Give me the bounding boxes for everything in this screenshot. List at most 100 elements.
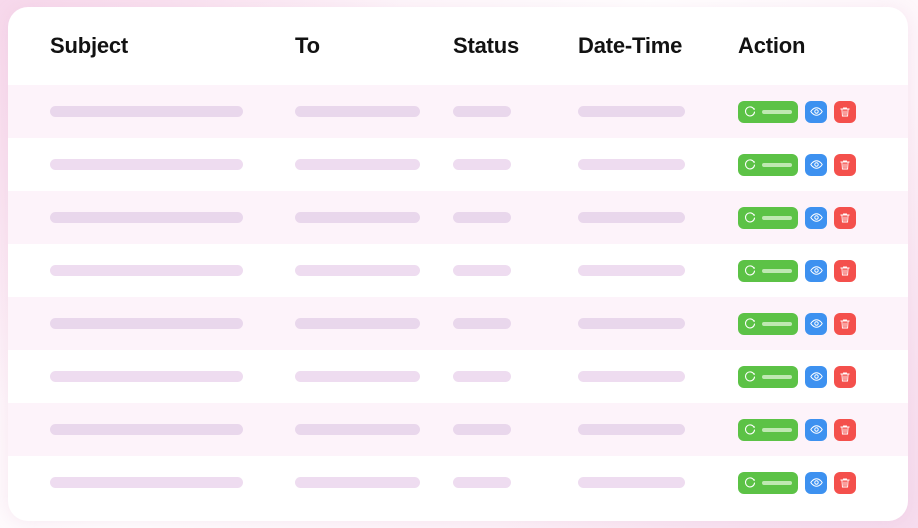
- resend-button[interactable]: [738, 100, 798, 123]
- delete-button[interactable]: [834, 153, 856, 176]
- resend-label-skeleton: [762, 162, 792, 167]
- column-header-subject: Subject: [50, 33, 129, 58]
- refresh-icon: [744, 211, 756, 224]
- cell-action: [738, 312, 866, 335]
- skeleton-bar-to: [295, 265, 420, 276]
- table-row[interactable]: [8, 297, 908, 350]
- skeleton-bar-datetime: [578, 477, 685, 488]
- eye-icon: [809, 317, 823, 330]
- resend-button[interactable]: [738, 206, 798, 229]
- cell-subject: [50, 318, 295, 329]
- skeleton-bar-to: [295, 159, 420, 170]
- skeleton-bar-to: [295, 477, 420, 488]
- table-row[interactable]: [8, 138, 908, 191]
- resend-label-skeleton: [762, 215, 792, 220]
- resend-label-skeleton: [762, 427, 792, 432]
- view-button[interactable]: [805, 365, 827, 388]
- refresh-icon: [744, 476, 756, 489]
- view-button[interactable]: [805, 206, 827, 229]
- email-table: Subject To Status Date-Time Action: [8, 7, 908, 509]
- resend-label-skeleton: [762, 109, 792, 114]
- column-header-status: Status: [453, 33, 520, 58]
- cell-action: [738, 206, 866, 229]
- view-button[interactable]: [805, 153, 827, 176]
- table-row[interactable]: [8, 244, 908, 297]
- cell-to: [295, 106, 453, 117]
- skeleton-bar-subject: [50, 371, 243, 382]
- skeleton-bar-subject: [50, 212, 243, 223]
- table-row[interactable]: [8, 350, 908, 403]
- refresh-icon: [744, 370, 756, 383]
- delete-button[interactable]: [834, 100, 856, 123]
- cell-to: [295, 212, 453, 223]
- refresh-icon: [744, 264, 756, 277]
- resend-button[interactable]: [738, 365, 798, 388]
- skeleton-bar-datetime: [578, 371, 685, 382]
- resend-button[interactable]: [738, 153, 798, 176]
- trash-icon: [839, 477, 851, 489]
- delete-button[interactable]: [834, 206, 856, 229]
- cell-status: [453, 424, 578, 435]
- view-button[interactable]: [805, 418, 827, 441]
- skeleton-bar-subject: [50, 265, 243, 276]
- cell-datetime: [578, 371, 738, 382]
- skeleton-bar-to: [295, 424, 420, 435]
- delete-button[interactable]: [834, 471, 856, 494]
- skeleton-bar-to: [295, 371, 420, 382]
- cell-action: [738, 365, 866, 388]
- column-header-date-time: Date-Time: [578, 33, 683, 58]
- skeleton-bar-status: [453, 477, 511, 488]
- skeleton-bar-to: [295, 318, 420, 329]
- skeleton-bar-to: [295, 212, 420, 223]
- view-button[interactable]: [805, 100, 827, 123]
- cell-to: [295, 159, 453, 170]
- email-table-card: Subject To Status Date-Time Action: [8, 7, 908, 521]
- delete-button[interactable]: [834, 365, 856, 388]
- skeleton-bar-to: [295, 106, 420, 117]
- view-button[interactable]: [805, 471, 827, 494]
- cell-status: [453, 159, 578, 170]
- table-row[interactable]: [8, 456, 908, 509]
- cell-status: [453, 212, 578, 223]
- cell-action: [738, 471, 866, 494]
- cell-action: [738, 259, 866, 282]
- resend-label-skeleton: [762, 480, 792, 485]
- cell-subject: [50, 371, 295, 382]
- cell-to: [295, 477, 453, 488]
- table-row[interactable]: [8, 191, 908, 244]
- delete-button[interactable]: [834, 418, 856, 441]
- cell-status: [453, 265, 578, 276]
- skeleton-bar-status: [453, 212, 511, 223]
- cell-datetime: [578, 424, 738, 435]
- resend-button[interactable]: [738, 471, 798, 494]
- resend-label-skeleton: [762, 374, 792, 379]
- skeleton-bar-status: [453, 265, 511, 276]
- cell-to: [295, 265, 453, 276]
- cell-to: [295, 424, 453, 435]
- eye-icon: [809, 264, 823, 277]
- cell-subject: [50, 477, 295, 488]
- resend-button[interactable]: [738, 312, 798, 335]
- view-button[interactable]: [805, 259, 827, 282]
- resend-button[interactable]: [738, 259, 798, 282]
- delete-button[interactable]: [834, 312, 856, 335]
- skeleton-bar-subject: [50, 159, 243, 170]
- table-row[interactable]: [8, 403, 908, 456]
- skeleton-bar-status: [453, 371, 511, 382]
- refresh-icon: [744, 158, 756, 171]
- skeleton-bar-datetime: [578, 106, 685, 117]
- skeleton-bar-status: [453, 424, 511, 435]
- cell-datetime: [578, 318, 738, 329]
- view-button[interactable]: [805, 312, 827, 335]
- cell-subject: [50, 265, 295, 276]
- cell-subject: [50, 159, 295, 170]
- eye-icon: [809, 105, 823, 118]
- resend-button[interactable]: [738, 418, 798, 441]
- cell-subject: [50, 106, 295, 117]
- column-header-action: Action: [738, 33, 806, 58]
- cell-to: [295, 371, 453, 382]
- table-row[interactable]: [8, 85, 908, 138]
- delete-button[interactable]: [834, 259, 856, 282]
- cell-datetime: [578, 477, 738, 488]
- cell-datetime: [578, 265, 738, 276]
